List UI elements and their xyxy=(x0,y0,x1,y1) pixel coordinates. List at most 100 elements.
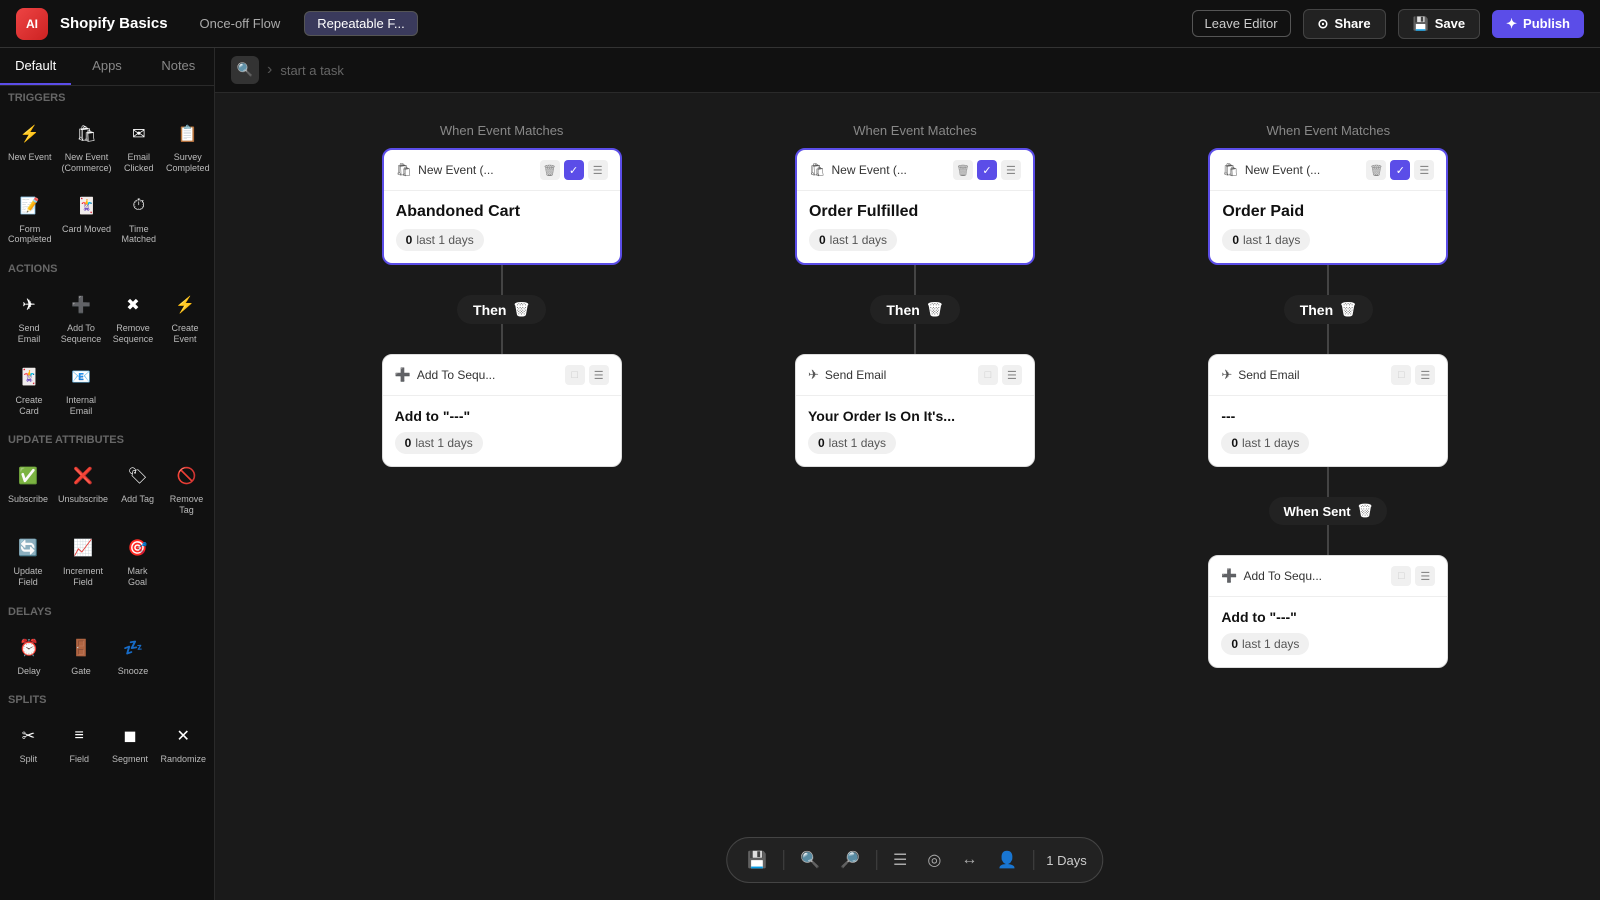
col3-trigger-trash[interactable]: 🗑 xyxy=(1366,160,1386,180)
remove-tag-icon: 🚫 xyxy=(173,462,201,490)
sidebar-tab-notes[interactable]: Notes xyxy=(143,48,214,85)
toolbar-zoom-in-button[interactable]: 🔍 xyxy=(796,846,824,874)
sidebar: Default Apps Notes Triggers ⚡ New Event … xyxy=(0,48,215,900)
col3-action1-check-empty[interactable]: □ xyxy=(1391,365,1411,385)
card-moved-label: Card Moved xyxy=(62,224,111,235)
col1-event-name: Abandoned Cart xyxy=(396,203,608,221)
sidebar-item-delay[interactable]: ⏰ Delay xyxy=(4,626,54,685)
col1-trigger-check[interactable]: ✓ xyxy=(564,160,584,180)
toolbar-arrows-button[interactable]: ↔ xyxy=(957,847,981,873)
sidebar-item-survey-completed[interactable]: 📋 Survey Completed xyxy=(162,112,214,182)
sidebar-item-remove-tag[interactable]: 🚫 Remove Tag xyxy=(163,454,210,524)
toolbar-person-button[interactable]: 👤 xyxy=(993,846,1021,874)
create-event-label: Create Event xyxy=(164,323,206,345)
col2-trigger-icon: 🛍 xyxy=(809,162,826,178)
col2-action-menu[interactable]: ☰ xyxy=(1002,365,1022,385)
sidebar-item-split[interactable]: ✂ Split xyxy=(4,714,53,773)
subscribe-icon: ✅ xyxy=(14,462,42,490)
col3-action2-menu[interactable]: ☰ xyxy=(1415,566,1435,586)
publish-button[interactable]: ✦ Publish xyxy=(1492,10,1584,38)
sidebar-item-subscribe[interactable]: ✅ Subscribe xyxy=(4,454,52,524)
save-button[interactable]: 💾 Save xyxy=(1398,9,1481,39)
section-update-title: Update Attributes xyxy=(0,428,214,450)
col3-action1-body: --- xyxy=(1221,408,1435,424)
col3-trigger-check[interactable]: ✓ xyxy=(1390,160,1410,180)
col2-trigger-trash[interactable]: 🗑 xyxy=(953,160,973,180)
col3-trigger-card[interactable]: 🛍 New Event (... 🗑 ✓ ☰ Order Paid xyxy=(1208,148,1448,265)
col2-section-label: When Event Matches xyxy=(853,123,977,138)
col1-action-check-empty[interactable]: □ xyxy=(565,365,585,385)
sidebar-item-new-event[interactable]: ⚡ New Event xyxy=(4,112,56,182)
section-splits-title: Splits xyxy=(0,688,214,710)
sidebar-item-add-tag[interactable]: 🏷 Add Tag xyxy=(114,454,161,524)
sidebar-item-new-event-commerce[interactable]: 🛍 New Event (Commerce) xyxy=(58,112,116,182)
sidebar-item-update-field[interactable]: 🔄 Update Field xyxy=(4,526,52,596)
toolbar-zoom-out-button[interactable]: 🔎 xyxy=(836,846,864,874)
col3-trigger-menu[interactable]: ☰ xyxy=(1414,160,1434,180)
toolbar-save-button[interactable]: 💾 xyxy=(743,846,771,874)
toolbar-list-button[interactable]: ☰ xyxy=(889,846,911,874)
col1-action-menu[interactable]: ☰ xyxy=(589,365,609,385)
col2-trigger-card[interactable]: 🛍 New Event (... 🗑 ✓ ☰ Order Fulfilled xyxy=(795,148,1035,265)
sidebar-item-segment[interactable]: ◼ Segment xyxy=(106,714,155,773)
sidebar-tab-default[interactable]: Default xyxy=(0,48,71,85)
breadcrumb-separator: › xyxy=(267,61,272,79)
col3-action2-title: Add To Sequ... xyxy=(1244,569,1386,583)
tab-repeatable[interactable]: Repeatable F... xyxy=(304,11,417,36)
col1-then-badge[interactable]: Then 🗑 xyxy=(457,295,546,324)
save-icon: 💾 xyxy=(1413,16,1429,32)
col1-trigger-icon: 🛍 xyxy=(396,162,413,178)
col1-trigger-card[interactable]: 🛍 New Event (... 🗑 ✓ ☰ Abandoned Cart xyxy=(382,148,622,265)
leave-editor-button[interactable]: Leave Editor xyxy=(1192,10,1291,37)
col1-then-trash[interactable]: 🗑 xyxy=(513,301,531,318)
col3-action2-check-empty[interactable]: □ xyxy=(1391,566,1411,586)
mark-goal-label: Mark Goal xyxy=(118,566,157,588)
unsubscribe-label: Unsubscribe xyxy=(58,494,108,505)
sidebar-item-increment-field[interactable]: 📈 Increment Field xyxy=(54,526,112,596)
col3-then-badge[interactable]: Then 🗑 xyxy=(1284,295,1373,324)
toolbar-circle-button[interactable]: ◎ xyxy=(923,846,945,874)
sidebar-item-send-email[interactable]: ✈ Send Email xyxy=(4,283,54,353)
col3-when-sent-trash[interactable]: 🗑 xyxy=(1357,503,1374,519)
col2-then-trash[interactable]: 🗑 xyxy=(926,301,944,318)
col3-trigger-icon: 🛍 xyxy=(1222,162,1239,178)
sidebar-item-snooze[interactable]: 💤 Snooze xyxy=(108,626,158,685)
sidebar-item-create-event[interactable]: ⚡ Create Event xyxy=(160,283,210,353)
segment-label: Segment xyxy=(112,754,148,765)
col1-action-card[interactable]: ➕ Add To Sequ... □ ☰ Add to "---" xyxy=(382,354,622,467)
sidebar-item-card-moved[interactable]: 🃏 Card Moved xyxy=(58,184,116,254)
tab-once-off[interactable]: Once-off Flow xyxy=(188,12,293,35)
col3-when-sent-badge[interactable]: When Sent 🗑 xyxy=(1269,497,1387,525)
col2-trigger-menu[interactable]: ☰ xyxy=(1001,160,1021,180)
col3-action1-card[interactable]: ✈ Send Email □ ☰ --- 0 xyxy=(1208,354,1448,467)
toolbar-days-label: 1 Days xyxy=(1046,853,1086,868)
sidebar-item-randomize[interactable]: ✕ Randomize xyxy=(156,714,210,773)
sidebar-item-internal-email[interactable]: 📧 Internal Email xyxy=(56,355,106,425)
col2-trigger-check[interactable]: ✓ xyxy=(977,160,997,180)
col3-action2-card[interactable]: ➕ Add To Sequ... □ ☰ Add to "---" xyxy=(1208,555,1448,668)
col2-action-check-empty[interactable]: □ xyxy=(978,365,998,385)
sidebar-item-mark-goal[interactable]: 🎯 Mark Goal xyxy=(114,526,161,596)
sidebar-item-form-completed[interactable]: 📝 Form Completed xyxy=(4,184,56,254)
col3-then-trash[interactable]: 🗑 xyxy=(1339,301,1357,318)
sidebar-item-create-card[interactable]: 🃏 Create Card xyxy=(4,355,54,425)
sidebar-item-field[interactable]: ≡ Field xyxy=(55,714,104,773)
randomize-icon: ✕ xyxy=(169,722,197,750)
sidebar-item-unsubscribe[interactable]: ❌ Unsubscribe xyxy=(54,454,112,524)
col1-trigger-menu[interactable]: ☰ xyxy=(588,160,608,180)
col1-trigger-trash[interactable]: 🗑 xyxy=(540,160,560,180)
canvas-search-button[interactable]: 🔍 xyxy=(231,56,259,84)
sidebar-item-time-matched[interactable]: ⏱ Time Matched xyxy=(118,184,161,254)
col2-then-badge[interactable]: Then 🗑 xyxy=(870,295,959,324)
col3-trigger-badge: 0 last 1 days xyxy=(1222,229,1310,251)
new-event-commerce-label: New Event (Commerce) xyxy=(62,152,112,174)
sidebar-tab-apps[interactable]: Apps xyxy=(71,48,142,85)
sidebar-item-email-clicked[interactable]: ✉ Email Clicked xyxy=(118,112,161,182)
sidebar-item-remove-sequence[interactable]: ✖ Remove Sequence xyxy=(108,283,158,353)
sidebar-item-gate[interactable]: 🚪 Gate xyxy=(56,626,106,685)
share-button[interactable]: ⊙ Share xyxy=(1303,9,1386,39)
sidebar-item-add-to-sequence[interactable]: ➕ Add To Sequence xyxy=(56,283,106,353)
col2-action-card[interactable]: ✈ Send Email □ ☰ Your Order Is On It's..… xyxy=(795,354,1035,467)
email-clicked-label: Email Clicked xyxy=(122,152,157,174)
col3-action1-menu[interactable]: ☰ xyxy=(1415,365,1435,385)
